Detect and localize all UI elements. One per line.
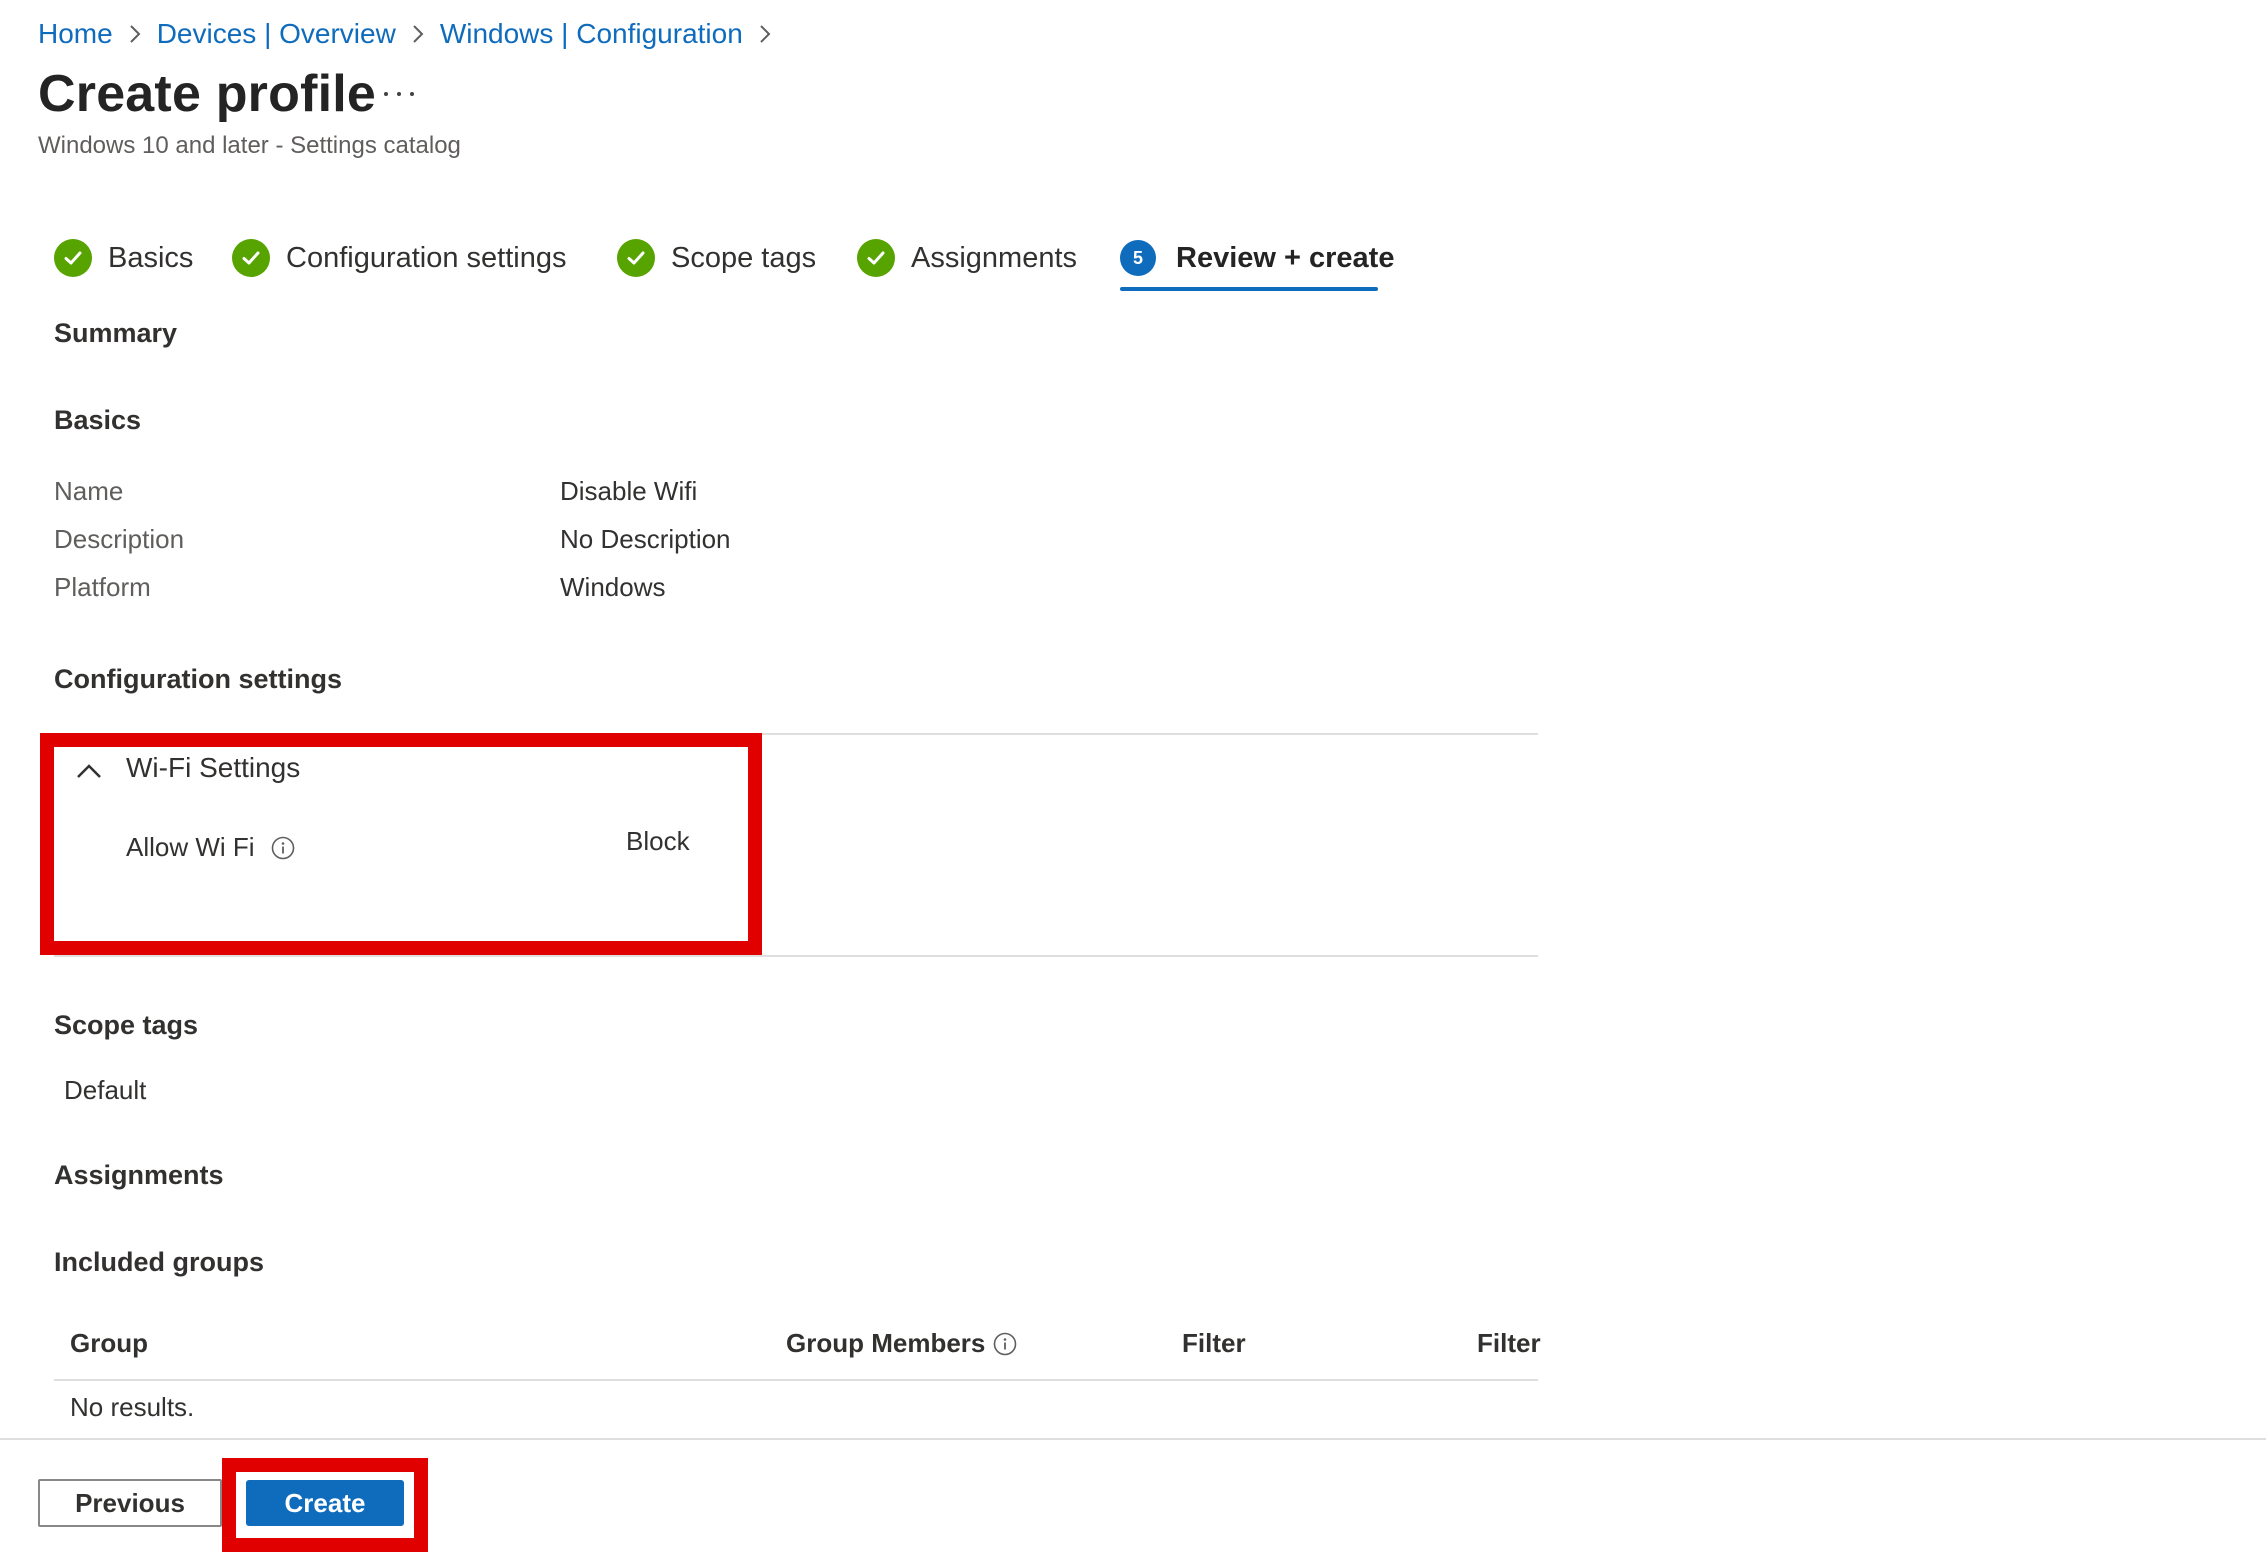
tab-label: Assignments	[911, 241, 1078, 274]
highlight-box	[40, 733, 762, 955]
scope-tag-value: Default	[64, 1075, 147, 1105]
page-subtitle: Windows 10 and later - Settings catalog	[38, 132, 461, 159]
configuration-settings-heading: Configuration settings	[54, 664, 342, 694]
table-divider	[54, 1379, 1538, 1381]
checkmark-circle-icon	[54, 239, 92, 277]
platform-value: Windows	[560, 572, 666, 602]
breadcrumb-windows-configuration[interactable]: Windows | Configuration	[440, 18, 743, 50]
divider	[54, 955, 1538, 957]
tab-label: Scope tags	[671, 241, 817, 274]
info-icon[interactable]	[993, 1332, 1017, 1356]
checkmark-circle-icon	[232, 239, 270, 277]
name-value: Disable Wifi	[560, 476, 698, 506]
column-header-filter-mode: Filter	[1477, 1328, 1541, 1358]
page-title: Create profile	[38, 65, 377, 123]
breadcrumb-home[interactable]: Home	[38, 18, 113, 50]
breadcrumb: Home Devices | Overview Windows | Config…	[38, 14, 787, 54]
description-value: No Description	[560, 524, 731, 554]
checkmark-circle-icon	[617, 239, 655, 277]
table-empty-message: No results.	[70, 1392, 195, 1422]
column-header-filter: Filter	[1182, 1328, 1246, 1358]
tab-label: Basics	[108, 241, 194, 274]
active-tab-indicator	[1120, 287, 1378, 291]
checkmark-circle-icon	[857, 239, 895, 277]
description-label: Description	[54, 524, 185, 554]
previous-button[interactable]: Previous	[38, 1479, 222, 1527]
column-header-group: Group	[70, 1328, 148, 1358]
chevron-right-icon	[113, 24, 157, 44]
basics-heading: Basics	[54, 405, 142, 435]
included-groups-heading: Included groups	[54, 1247, 265, 1277]
name-label: Name	[54, 476, 124, 506]
chevron-right-icon	[743, 24, 787, 44]
chevron-right-icon	[396, 24, 440, 44]
breadcrumb-devices-overview[interactable]: Devices | Overview	[157, 18, 396, 50]
tab-basics[interactable]: Basics	[54, 230, 193, 286]
tab-configuration-settings[interactable]: Configuration settings	[232, 230, 567, 286]
tab-review-create[interactable]: 5 Review + create	[1120, 230, 1394, 286]
platform-label: Platform	[54, 572, 151, 602]
more-horizontal-icon[interactable]	[384, 84, 414, 104]
column-header-group-members: Group Members	[786, 1328, 1017, 1359]
tab-label: Configuration settings	[286, 241, 567, 274]
tab-label: Review + create	[1176, 241, 1395, 274]
footer-divider	[0, 1438, 2266, 1440]
highlight-box	[222, 1458, 428, 1552]
tab-scope-tags[interactable]: Scope tags	[617, 230, 816, 286]
scope-tags-heading: Scope tags	[54, 1010, 199, 1040]
assignments-heading: Assignments	[54, 1160, 224, 1190]
step-number-badge: 5	[1120, 240, 1156, 276]
tab-assignments[interactable]: Assignments	[857, 230, 1077, 286]
summary-heading: Summary	[54, 318, 178, 348]
